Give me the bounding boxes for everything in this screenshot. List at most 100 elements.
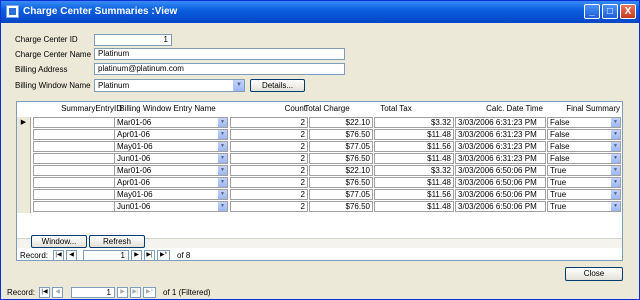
grid-cell[interactable]: $11.56 bbox=[374, 141, 454, 152]
grid-cell[interactable]: 3/03/2006 6:31:23 PM bbox=[455, 153, 546, 164]
grid-cell[interactable]: 2 bbox=[230, 177, 308, 188]
grid-cell[interactable]: 2 bbox=[230, 141, 308, 152]
grid-cell[interactable]: True ▼ bbox=[547, 201, 621, 212]
row-selector[interactable] bbox=[17, 141, 31, 153]
billing-address-field[interactable]: platinum@platinum.com bbox=[94, 63, 345, 75]
chevron-down-icon[interactable]: ▼ bbox=[218, 130, 227, 139]
chevron-down-icon[interactable]: ▼ bbox=[218, 118, 227, 127]
maximize-button[interactable]: □ bbox=[602, 4, 618, 19]
first-record-icon[interactable]: |◀ bbox=[53, 250, 64, 261]
row-selector[interactable] bbox=[17, 177, 31, 189]
chevron-down-icon[interactable]: ▼ bbox=[611, 142, 620, 151]
grid-cell[interactable]: Apr01-06 ▼ bbox=[114, 129, 228, 140]
billing-window-name-combo[interactable]: Platinum ▼ bbox=[94, 79, 245, 92]
chevron-down-icon[interactable]: ▼ bbox=[611, 202, 620, 211]
grid-cell[interactable]: $76.50 bbox=[309, 129, 373, 140]
footer-new-record-icon[interactable]: ▶* bbox=[143, 287, 156, 298]
window-button[interactable]: Window... bbox=[31, 235, 87, 248]
grid-cell[interactable]: $11.48 bbox=[374, 177, 454, 188]
grid-cell[interactable]: $11.48 bbox=[374, 201, 454, 212]
grid-cell[interactable]: 2 bbox=[230, 117, 308, 128]
chevron-down-icon[interactable]: ▼ bbox=[218, 142, 227, 151]
refresh-button[interactable]: Refresh bbox=[89, 235, 145, 248]
grid-cell[interactable]: $77.05 bbox=[309, 141, 373, 152]
footer-first-record-icon[interactable]: |◀ bbox=[39, 287, 50, 298]
chevron-down-icon[interactable]: ▼ bbox=[611, 166, 620, 175]
grid-cell[interactable]: Jun01-06 ▼ bbox=[114, 201, 228, 212]
grid-cell[interactable]: False ▼ bbox=[547, 129, 621, 140]
grid-cell[interactable]: 3/03/2006 6:50:06 PM bbox=[455, 165, 546, 176]
grid-cell[interactable]: $22.10 bbox=[309, 117, 373, 128]
grid-cell[interactable]: False ▼ bbox=[547, 141, 621, 152]
chevron-down-icon[interactable]: ▼ bbox=[233, 80, 244, 91]
grid-cell[interactable]: 8 bbox=[33, 177, 125, 188]
row-selector[interactable] bbox=[17, 165, 31, 177]
grid-cell[interactable]: True ▼ bbox=[547, 177, 621, 188]
grid-cell[interactable]: False ▼ bbox=[547, 153, 621, 164]
grid-cell[interactable]: 2 bbox=[230, 201, 308, 212]
grid-cell[interactable]: $3.32 bbox=[374, 165, 454, 176]
chevron-down-icon[interactable]: ▼ bbox=[218, 202, 227, 211]
chevron-down-icon[interactable]: ▼ bbox=[611, 130, 620, 139]
grid-cell[interactable]: 3 bbox=[33, 141, 125, 152]
grid-cell[interactable]: Mar01-06 ▼ bbox=[114, 165, 228, 176]
grid-cell[interactable]: May01-06 ▼ bbox=[114, 189, 228, 200]
grid-cell[interactable]: 10 bbox=[33, 201, 125, 212]
footer-next-record-icon[interactable]: ▶ bbox=[117, 287, 128, 298]
grid-cell[interactable]: 2 bbox=[230, 189, 308, 200]
row-selector[interactable] bbox=[17, 153, 31, 165]
grid-cell[interactable]: 2 bbox=[230, 165, 308, 176]
close-window-button[interactable]: X bbox=[620, 4, 636, 19]
grid-cell[interactable]: $11.48 bbox=[374, 153, 454, 164]
grid-cell[interactable]: 9 bbox=[33, 189, 125, 200]
chevron-down-icon[interactable]: ▼ bbox=[218, 166, 227, 175]
subform-record-number[interactable]: 1 bbox=[83, 250, 129, 261]
chevron-down-icon[interactable]: ▼ bbox=[218, 190, 227, 199]
grid-cell[interactable]: 3/03/2006 6:50:06 PM bbox=[455, 177, 546, 188]
grid-cell[interactable]: $11.48 bbox=[374, 129, 454, 140]
footer-record-number[interactable]: 1 bbox=[71, 287, 115, 298]
row-selector[interactable] bbox=[17, 129, 31, 141]
grid-cell[interactable]: Mar01-06 ▼ bbox=[114, 117, 228, 128]
grid-cell[interactable]: 3/03/2006 6:50:06 PM bbox=[455, 201, 546, 212]
grid-cell[interactable]: 7 bbox=[33, 165, 125, 176]
chevron-down-icon[interactable]: ▼ bbox=[218, 154, 227, 163]
grid-cell[interactable]: Apr01-06 ▼ bbox=[114, 177, 228, 188]
row-selector[interactable] bbox=[17, 189, 31, 201]
col-header-final-summary[interactable]: Final Summary bbox=[545, 102, 622, 116]
row-selector[interactable] bbox=[17, 201, 31, 213]
grid-cell[interactable]: $76.50 bbox=[309, 201, 373, 212]
next-record-icon[interactable]: ▶ bbox=[131, 250, 142, 261]
col-header-calc-date-time[interactable]: Calc. Date Time bbox=[453, 102, 545, 116]
grid-cell[interactable]: False ▼ bbox=[547, 117, 621, 128]
title-bar[interactable]: Charge Center Summaries :View _ □ X bbox=[1, 1, 639, 23]
grid-cell[interactable]: $3.32 bbox=[374, 117, 454, 128]
details-button[interactable]: Details... bbox=[250, 79, 305, 92]
charge-center-id-field[interactable]: 1 bbox=[94, 34, 172, 46]
grid-cell[interactable]: True ▼ bbox=[547, 189, 621, 200]
grid-cell[interactable]: 1 bbox=[33, 117, 125, 128]
close-button[interactable]: Close bbox=[565, 267, 623, 281]
grid-cell[interactable]: 4 bbox=[33, 153, 125, 164]
chevron-down-icon[interactable]: ▼ bbox=[218, 178, 227, 187]
grid-cell[interactable]: $76.50 bbox=[309, 177, 373, 188]
last-record-icon[interactable]: ▶| bbox=[144, 250, 155, 261]
grid-cell[interactable]: 2 bbox=[33, 129, 125, 140]
grid-cell[interactable]: 3/03/2006 6:50:06 PM bbox=[455, 189, 546, 200]
grid-cell[interactable]: $11.56 bbox=[374, 189, 454, 200]
footer-last-record-icon[interactable]: ▶| bbox=[130, 287, 141, 298]
grid-cell[interactable]: 3/03/2006 6:31:23 PM bbox=[455, 129, 546, 140]
grid-cell[interactable]: 3/03/2006 6:31:23 PM bbox=[455, 117, 546, 128]
minimize-button[interactable]: _ bbox=[584, 4, 600, 19]
row-selector[interactable]: ▶ bbox=[17, 117, 31, 129]
grid-cell[interactable]: $76.50 bbox=[309, 153, 373, 164]
footer-prev-record-icon[interactable]: ◀ bbox=[52, 287, 63, 298]
charge-center-name-field[interactable]: Platinum bbox=[94, 48, 345, 60]
chevron-down-icon[interactable]: ▼ bbox=[611, 118, 620, 127]
col-header-billing-window-entry-name[interactable]: Billing Window Entry Name bbox=[115, 102, 222, 116]
col-header-total-tax[interactable]: Total Tax bbox=[357, 102, 437, 116]
grid-cell[interactable]: May01-06 ▼ bbox=[114, 141, 228, 152]
chevron-down-icon[interactable]: ▼ bbox=[611, 190, 620, 199]
grid-cell[interactable]: 2 bbox=[230, 129, 308, 140]
new-record-icon[interactable]: ▶* bbox=[157, 250, 170, 261]
